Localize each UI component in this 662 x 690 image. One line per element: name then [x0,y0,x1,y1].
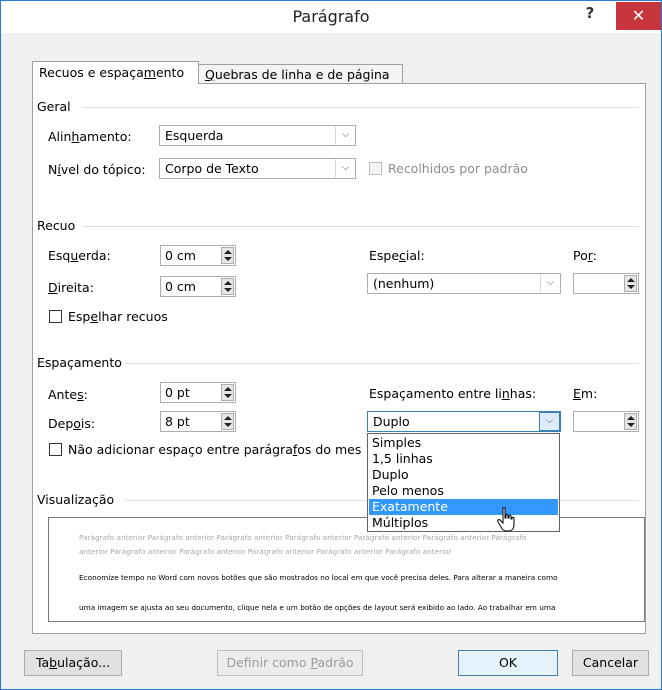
indent-left-label: Esquerda: [48,248,111,263]
spacing-before-spinner[interactable]: 0 pt [160,382,236,403]
spacing-before-label: Antes: [48,387,88,402]
chevron-down-icon[interactable]: ⌵ [335,159,355,178]
spin-arrows-icon[interactable] [221,247,234,264]
line-spacing-option[interactable]: Simples [369,435,558,451]
line-spacing-option[interactable]: Pelo menos [369,483,558,499]
dialog-title: Parágrafo [292,7,370,26]
by-label: Por: [573,248,597,263]
tab-indents-spacing[interactable]: Recuos e espaçamento [32,61,199,84]
spin-arrows-icon[interactable] [221,278,234,295]
preview-previous-paragraph: anterior Parágrafo anterior Parágrafo an… [79,547,452,556]
section-indentation: Recuo [37,218,76,233]
section-divider [83,107,639,108]
mirror-indents-label: Espelhar recuos [68,309,168,324]
collapsed-by-default-checkbox[interactable] [369,162,382,175]
chevron-down-icon[interactable]: ⌵ [540,274,560,293]
paragraph-dialog: Parágrafo ? ✕ Recuos e espaçamento Quebr… [0,0,662,690]
spacing-after-spinner[interactable]: 8 pt [160,411,236,432]
paragraph-preview: Parágrafo anterior Parágrafo anterior Pa… [48,517,645,622]
no-space-between-paragraphs-label: Não adicionar espaço entre parágrafos do… [68,442,362,457]
indent-right-spinner[interactable]: 0 cm [160,276,236,297]
section-spacing: Espaçamento [37,355,122,370]
line-spacing-option[interactable]: Duplo [369,467,558,483]
line-spacing-option[interactable]: 1,5 linhas [369,451,558,467]
preview-text-line: Economize tempo no Word com novos botões… [79,573,558,582]
set-as-default-button[interactable]: Definir como Padrão [217,650,363,676]
title-bar: Parágrafo ? ✕ [1,1,661,33]
spin-arrows-icon[interactable] [624,275,637,292]
spacing-after-label: Depois: [48,416,96,431]
indent-right-label: Direita: [48,280,94,295]
line-spacing-option[interactable]: Múltiplos [369,515,558,531]
help-button[interactable]: ? [579,4,601,26]
preview-text-line: uma imagem se ajusta ao seu documento, c… [79,603,556,612]
line-spacing-label: Espaçamento entre linhas: [369,386,537,401]
outline-level-label: Nível do tópico: [48,162,146,177]
spin-arrows-icon[interactable] [221,413,234,430]
section-divider [124,363,639,364]
section-general: Geral [37,99,71,114]
tab-line-page-breaks[interactable]: Quebras de linha e de página [198,64,403,84]
chevron-down-icon[interactable]: ⌵ [539,412,560,431]
spin-arrows-icon[interactable] [624,413,637,430]
alignment-select[interactable]: Esquerda ⌵ [159,125,356,146]
ok-button[interactable]: OK [458,650,558,676]
chevron-down-icon[interactable]: ⌵ [335,126,355,145]
alignment-label: Alinhamento: [48,129,132,144]
spin-arrows-icon[interactable] [221,384,234,401]
cancel-button[interactable]: Cancelar [572,650,649,676]
hand-pointer-icon [497,507,515,532]
line-spacing-select[interactable]: Duplo ⌵ [367,411,561,432]
no-space-between-paragraphs-checkbox[interactable] [49,443,62,456]
close-button[interactable]: ✕ [616,2,661,30]
collapsed-by-default-label: Recolhidos por padrão [388,161,528,176]
preview-previous-paragraph: Parágrafo anterior Parágrafo anterior Pa… [79,533,527,542]
line-spacing-option-highlighted[interactable]: Exatamente [369,499,558,515]
section-divider [83,226,639,227]
at-label: Em: [573,386,598,401]
by-spinner[interactable] [573,273,639,294]
line-spacing-dropdown-list: Simples 1,5 linhas Duplo Pelo menos Exat… [367,433,560,532]
special-label: Especial: [369,248,425,263]
mirror-indents-checkbox[interactable] [49,310,62,323]
at-spinner[interactable] [573,411,639,432]
outline-level-select[interactable]: Corpo de Texto ⌵ [159,158,356,179]
section-preview: Visualização [37,492,115,507]
tabs-button[interactable]: Tabulação... [24,650,122,676]
indent-left-spinner[interactable]: 0 cm [160,245,236,266]
special-select[interactable]: (nenhum) ⌵ [367,273,561,294]
